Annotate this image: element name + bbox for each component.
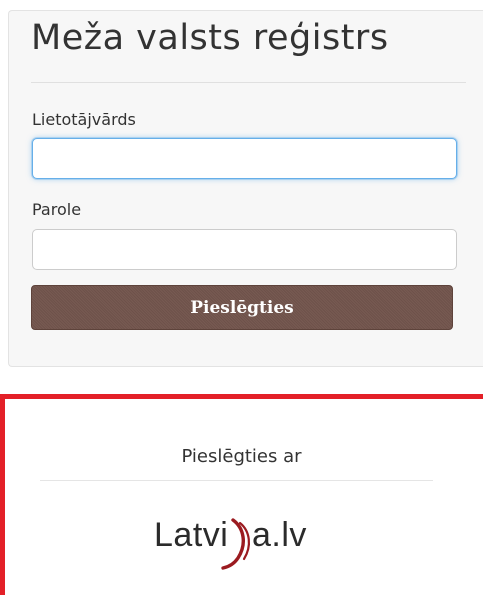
latvija-login-link[interactable]: Latvi a.lv — [154, 506, 350, 570]
page-title: Meža valsts reģistrs — [31, 18, 389, 58]
password-input[interactable] — [32, 229, 457, 270]
svg-text:a.lv: a.lv — [252, 516, 307, 554]
login-button[interactable]: Pieslēgties — [31, 285, 453, 330]
username-input[interactable] — [32, 138, 457, 179]
password-label: Parole — [32, 200, 82, 219]
svg-text:Latvi: Latvi — [154, 516, 228, 554]
username-label: Lietotājvārds — [32, 110, 136, 129]
alt-login-heading: Pieslēgties ar — [181, 446, 302, 467]
latvija-logo-icon: Latvi a.lv — [154, 516, 307, 570]
alt-login-divider — [40, 480, 433, 481]
title-divider — [31, 82, 466, 83]
